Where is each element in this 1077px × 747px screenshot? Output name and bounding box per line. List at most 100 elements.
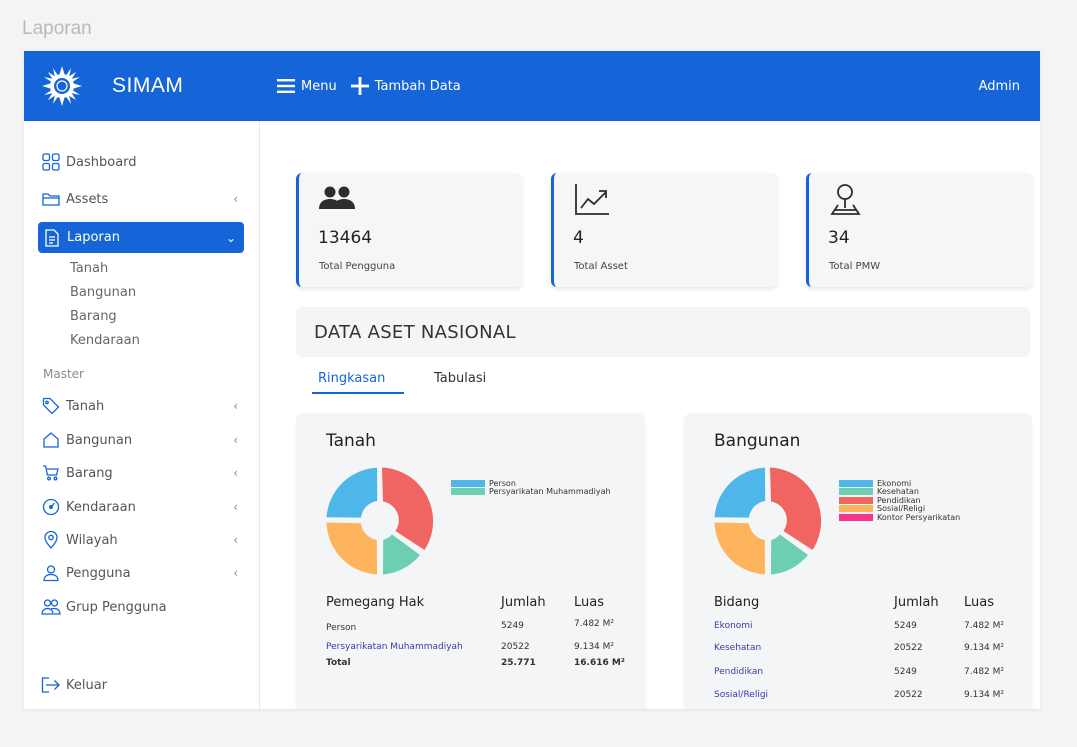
table-cell: 5249 <box>894 621 917 631</box>
logout-button[interactable]: Keluar <box>41 674 244 696</box>
sidebar: Dashboard Assets ‹ Laporan ⌄ Tanah Bangu… <box>24 121 260 709</box>
column-header: Jumlah <box>894 595 939 610</box>
menu-button[interactable]: Menu <box>277 79 337 94</box>
app-window: SIMAM Menu Tambah Data Admin Dashboard A… <box>24 51 1040 709</box>
sidebar-item-label: Wilayah <box>66 532 118 548</box>
table-cell-link[interactable]: Pendidikan <box>714 667 763 677</box>
sidebar-item-laporan[interactable]: Laporan ⌄ <box>38 222 244 253</box>
table-cell-link[interactable]: Kesehatan <box>714 643 761 653</box>
bangunan-legend: Ekonomi Kesehatan Pendidikan Sosial/Reli… <box>839 479 960 522</box>
legend-item: Person <box>451 479 611 488</box>
stat-label: Total PMW <box>829 261 881 272</box>
table-total-luas: 16.616 M² <box>574 658 625 668</box>
donut-slice-orange <box>714 522 765 575</box>
sidebar-item-label: Tanah <box>66 398 105 414</box>
logo-icon <box>42 66 82 106</box>
sidebar-item-assets[interactable]: Assets ‹ <box>41 188 244 210</box>
sidebar-item-bangunan[interactable]: Bangunan ‹ <box>41 429 244 451</box>
chevron-left-icon: ‹ <box>233 566 238 580</box>
bangunan-donut-chart <box>714 467 822 575</box>
stat-label: Total Pengguna <box>319 261 396 272</box>
table-cell-link[interactable]: Ekonomi <box>714 621 753 631</box>
legend-label: Persyarikatan Muhammadiyah <box>489 487 611 497</box>
column-header: Luas <box>964 595 994 610</box>
user-menu[interactable]: Admin <box>979 79 1020 94</box>
sidebar-item-label: Barang <box>66 465 113 481</box>
chevron-left-icon: ‹ <box>233 500 238 514</box>
legend-label: Kontor Persyarikatan <box>877 512 961 522</box>
add-data-button[interactable]: Tambah Data <box>350 77 461 95</box>
app-name: SIMAM <box>112 74 184 97</box>
table-cell-link[interactable]: Sosial/Religi <box>714 690 768 700</box>
sidebar-item-tanah[interactable]: Tanah ‹ <box>41 395 244 417</box>
tanah-donut-chart <box>326 467 434 575</box>
legend-item: Kontor Persyarikatan <box>839 513 960 522</box>
table-cell: 9.134 M² <box>964 690 1004 700</box>
column-header: Bidang <box>714 595 760 610</box>
stat-value: 34 <box>828 228 850 248</box>
main-content: 13464 Total Pengguna 4 Total Asset 34 To… <box>260 121 1040 709</box>
sidebar-item-barang[interactable]: Barang ‹ <box>41 462 244 484</box>
plus-icon <box>350 77 369 95</box>
sidebar-item-label: Bangunan <box>66 432 133 448</box>
legend-item: Pendidikan <box>839 496 960 505</box>
sidebar-subitem-barang[interactable]: Barang <box>70 309 117 324</box>
folder-icon <box>41 189 61 209</box>
speedometer-icon <box>41 497 61 517</box>
sidebar-item-label: Grup Pengguna <box>66 599 167 615</box>
document-icon <box>42 228 62 248</box>
sidebar-subitem-kendaraan[interactable]: Kendaraan <box>70 333 140 348</box>
table-cell: 20522 <box>894 690 923 700</box>
sidebar-subitem-tanah[interactable]: Tanah <box>70 261 108 276</box>
sidebar-item-label: Dashboard <box>66 154 137 170</box>
column-header: Pemegang Hak <box>326 595 425 610</box>
logout-label: Keluar <box>66 677 108 693</box>
chevron-left-icon: ‹ <box>233 192 238 206</box>
location-pin-icon <box>41 530 61 550</box>
sidebar-subitem-bangunan[interactable]: Bangunan <box>70 285 136 300</box>
chart-up-icon <box>575 184 609 215</box>
legend-swatch <box>451 479 485 487</box>
legend-item: Persyarikatan Muhammadiyah <box>451 487 611 497</box>
stat-card-asset: 4 Total Asset <box>551 173 777 287</box>
legend-swatch <box>451 488 485 496</box>
sidebar-item-kendaraan[interactable]: Kendaraan ‹ <box>41 496 244 518</box>
map-pin-icon <box>830 184 861 215</box>
table-cell-link[interactable]: Persyarikatan Muhammadiyah <box>326 642 463 652</box>
panel-title: Bangunan <box>714 431 801 451</box>
section-title: DATA ASET NASIONAL <box>314 322 516 343</box>
column-header: Luas <box>574 595 604 610</box>
legend-item: Ekonomi <box>839 479 960 488</box>
legend-swatch <box>839 479 873 487</box>
logout-icon <box>41 675 61 695</box>
brand[interactable]: SIMAM <box>24 51 260 121</box>
tab-ringkasan[interactable]: Ringkasan <box>318 371 385 386</box>
tag-icon <box>41 396 61 416</box>
sidebar-item-grup-pengguna[interactable]: Grup Pengguna <box>41 596 244 618</box>
legend-swatch <box>839 488 873 496</box>
legend-swatch <box>839 513 873 521</box>
legend-item: Sosial/Religi <box>839 504 960 513</box>
table-cell: 9.134 M² <box>964 643 1004 653</box>
sidebar-heading-master: Master <box>43 367 84 381</box>
tanah-legend: Person Persyarikatan Muhammadiyah <box>451 479 611 496</box>
table-cell: 7.482 M² <box>964 621 1004 631</box>
sidebar-item-dashboard[interactable]: Dashboard <box>41 151 244 173</box>
chevron-left-icon: ‹ <box>233 399 238 413</box>
table-cell: Person <box>326 623 357 633</box>
menu-label: Menu <box>301 78 337 94</box>
sidebar-item-label: Pengguna <box>66 565 131 581</box>
sidebar-item-label: Assets <box>66 191 109 207</box>
tab-tabulasi[interactable]: Tabulasi <box>434 371 486 386</box>
chevron-down-icon: ⌄ <box>225 230 236 245</box>
home-icon <box>41 430 61 450</box>
sidebar-item-wilayah[interactable]: Wilayah ‹ <box>41 529 244 551</box>
donut-slice-blue <box>714 467 766 518</box>
table-total-label: Total <box>326 658 351 668</box>
sidebar-item-pengguna[interactable]: Pengguna ‹ <box>41 562 244 584</box>
hamburger-icon <box>277 79 295 93</box>
stat-value: 4 <box>573 228 584 248</box>
column-header: Jumlah <box>501 595 546 610</box>
table-cell: 5249 <box>501 621 524 631</box>
table-cell: 20522 <box>501 642 530 652</box>
